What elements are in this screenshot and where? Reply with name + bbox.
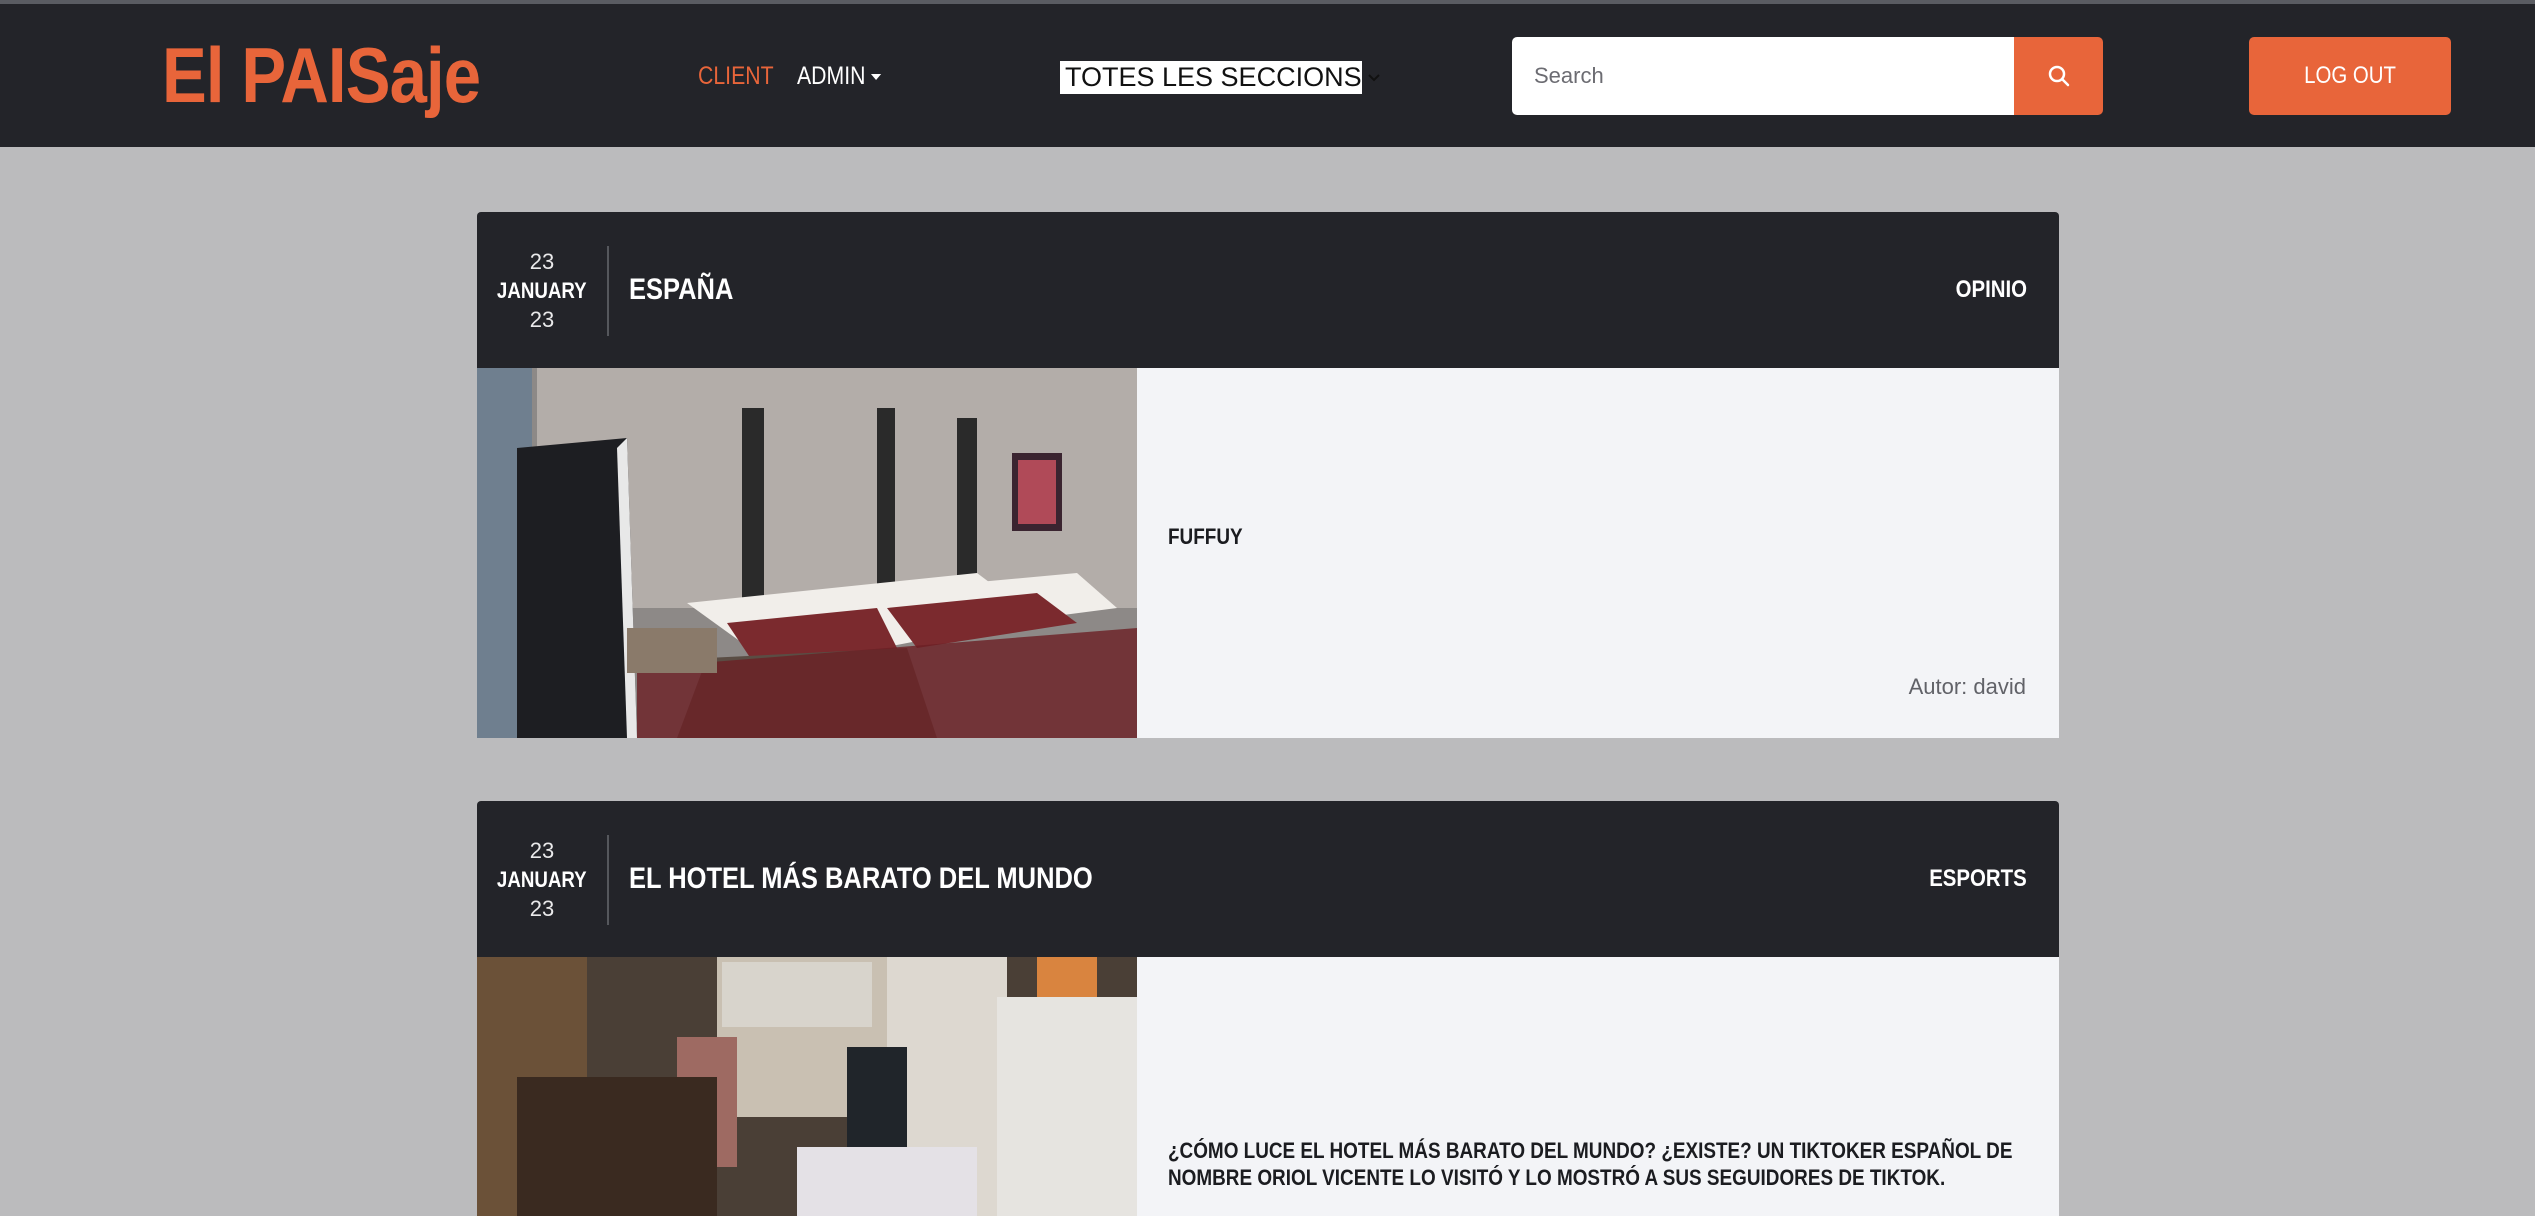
- caret-down-icon: [870, 74, 881, 81]
- article-summary: FUFFUY: [1168, 524, 1243, 549]
- article-category[interactable]: OPINIO: [1956, 212, 2027, 368]
- article-category[interactable]: ESPORTS: [1930, 801, 2027, 957]
- date-month: JANUARY: [497, 866, 587, 892]
- date-month: JANUARY: [497, 277, 587, 303]
- logout-label: LOG OUT: [2304, 62, 2396, 89]
- date-day: 23: [529, 248, 555, 274]
- article-header: 23 JANUARY 23 EL HOTEL MÁS BARATO DEL MU…: [477, 801, 2059, 957]
- date-divider: [607, 246, 609, 336]
- search-input[interactable]: [1512, 37, 2015, 115]
- chevron-down-icon: [1367, 69, 1380, 87]
- section-select-value: TOTES LES SECCIONS: [1065, 62, 1362, 92]
- article-date: 23 JANUARY 23: [477, 212, 607, 368]
- article-title[interactable]: EL HOTEL MÁS BARATO DEL MUNDO: [629, 801, 1093, 957]
- article-image[interactable]: [477, 957, 1137, 1216]
- date-year: 23: [529, 306, 555, 332]
- nav-client-link[interactable]: CLIENT: [698, 62, 774, 91]
- nav-admin-label: ADMIN: [797, 62, 866, 90]
- article-title[interactable]: ESPAÑA: [629, 212, 733, 368]
- navbar: El PAISaje CLIENT ADMIN TOTES LES SECCIO…: [0, 4, 2535, 147]
- article-summary: ¿CÓMO LUCE EL HOTEL MÁS BARATO DEL MUNDO…: [1168, 1138, 2013, 1190]
- date-year: 23: [529, 895, 555, 921]
- article-image[interactable]: [477, 368, 1137, 738]
- article-body: ¿CÓMO LUCE EL HOTEL MÁS BARATO DEL MUNDO…: [477, 957, 2059, 1216]
- date-day: 23: [529, 837, 555, 863]
- logout-button[interactable]: LOG OUT: [2249, 37, 2451, 115]
- search-button[interactable]: [2014, 37, 2103, 115]
- article-author: Autor: david: [1908, 674, 2026, 699]
- article-card[interactable]: 23 JANUARY 23 ESPAÑA OPINIO FUFFUY Autor…: [477, 212, 2059, 738]
- search-icon: [2048, 65, 2069, 87]
- article-date: 23 JANUARY 23: [477, 801, 607, 957]
- site-logo[interactable]: El PAISaje: [162, 30, 481, 121]
- nav-admin-dropdown[interactable]: ADMIN: [797, 62, 881, 91]
- section-select[interactable]: TOTES LES SECCIONS: [1058, 59, 1380, 96]
- article-header: 23 JANUARY 23 ESPAÑA OPINIO: [477, 212, 2059, 368]
- article-card[interactable]: 23 JANUARY 23 EL HOTEL MÁS BARATO DEL MU…: [477, 801, 2059, 1216]
- date-divider: [607, 835, 609, 925]
- article-body: FUFFUY Autor: david: [477, 368, 2059, 738]
